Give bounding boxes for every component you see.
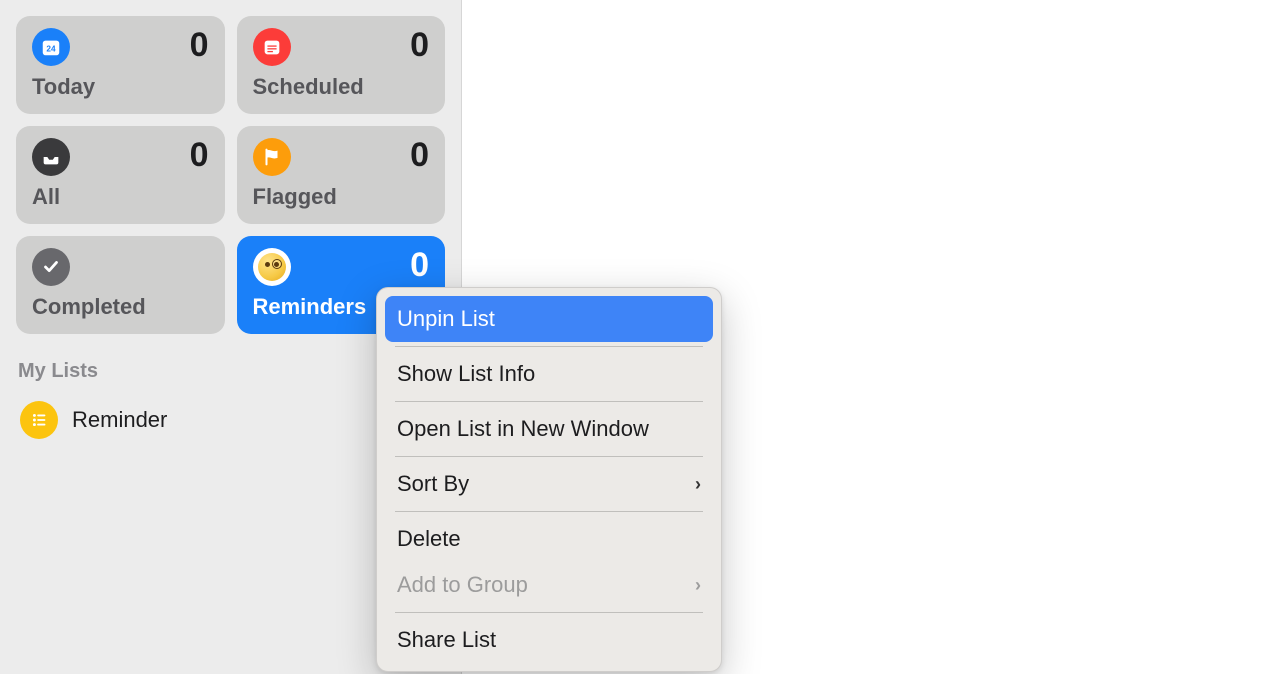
card-flagged[interactable]: 0 Flagged xyxy=(237,126,446,224)
smart-list-cards-grid: 24 0 Today 0 Scheduled xyxy=(16,16,445,334)
list-bullets-icon xyxy=(20,401,58,439)
menu-item-label: Add to Group xyxy=(397,572,528,598)
menu-item-delete[interactable]: Delete xyxy=(385,516,713,562)
flag-icon xyxy=(253,138,291,176)
card-today-count: 0 xyxy=(190,28,209,62)
card-all[interactable]: 0 All xyxy=(16,126,225,224)
menu-separator xyxy=(395,401,703,402)
card-all-label: All xyxy=(32,184,209,210)
menu-item-label: Share List xyxy=(397,627,496,653)
menu-item-label: Sort By xyxy=(397,471,469,497)
menu-item-show-list-info[interactable]: Show List Info xyxy=(385,351,713,397)
menu-item-sort-by[interactable]: Sort By › xyxy=(385,461,713,507)
card-completed[interactable]: Completed xyxy=(16,236,225,334)
emoji-monocle-icon xyxy=(253,248,291,286)
card-scheduled[interactable]: 0 Scheduled xyxy=(237,16,446,114)
card-reminders-count: 0 xyxy=(410,248,429,282)
menu-item-open-list-new-window[interactable]: Open List in New Window xyxy=(385,406,713,452)
menu-item-unpin-list[interactable]: Unpin List xyxy=(385,296,713,342)
menu-separator xyxy=(395,612,703,613)
calendar-icon xyxy=(253,28,291,66)
card-all-count: 0 xyxy=(190,138,209,172)
menu-separator xyxy=(395,456,703,457)
menu-separator xyxy=(395,346,703,347)
chevron-right-icon: › xyxy=(695,474,701,495)
card-today-label: Today xyxy=(32,74,209,100)
card-flagged-count: 0 xyxy=(410,138,429,172)
menu-item-label: Show List Info xyxy=(397,361,535,387)
card-completed-label: Completed xyxy=(32,294,209,320)
card-scheduled-label: Scheduled xyxy=(253,74,430,100)
menu-item-share-list[interactable]: Share List xyxy=(385,617,713,663)
menu-item-label: Delete xyxy=(397,526,461,552)
menu-item-label: Open List in New Window xyxy=(397,416,649,442)
menu-separator xyxy=(395,511,703,512)
tray-icon xyxy=(32,138,70,176)
calendar-today-icon: 24 xyxy=(32,28,70,66)
menu-item-add-to-group: Add to Group › xyxy=(385,562,713,608)
menu-item-label: Unpin List xyxy=(397,306,495,332)
card-flagged-label: Flagged xyxy=(253,184,430,210)
chevron-right-icon: › xyxy=(695,575,701,596)
sidebar-list-item-label: Reminder xyxy=(72,407,167,433)
checkmark-icon xyxy=(32,248,70,286)
card-scheduled-count: 0 xyxy=(410,28,429,62)
svg-text:24: 24 xyxy=(46,45,56,54)
context-menu: Unpin List Show List Info Open List in N… xyxy=(376,287,722,672)
card-today[interactable]: 24 0 Today xyxy=(16,16,225,114)
